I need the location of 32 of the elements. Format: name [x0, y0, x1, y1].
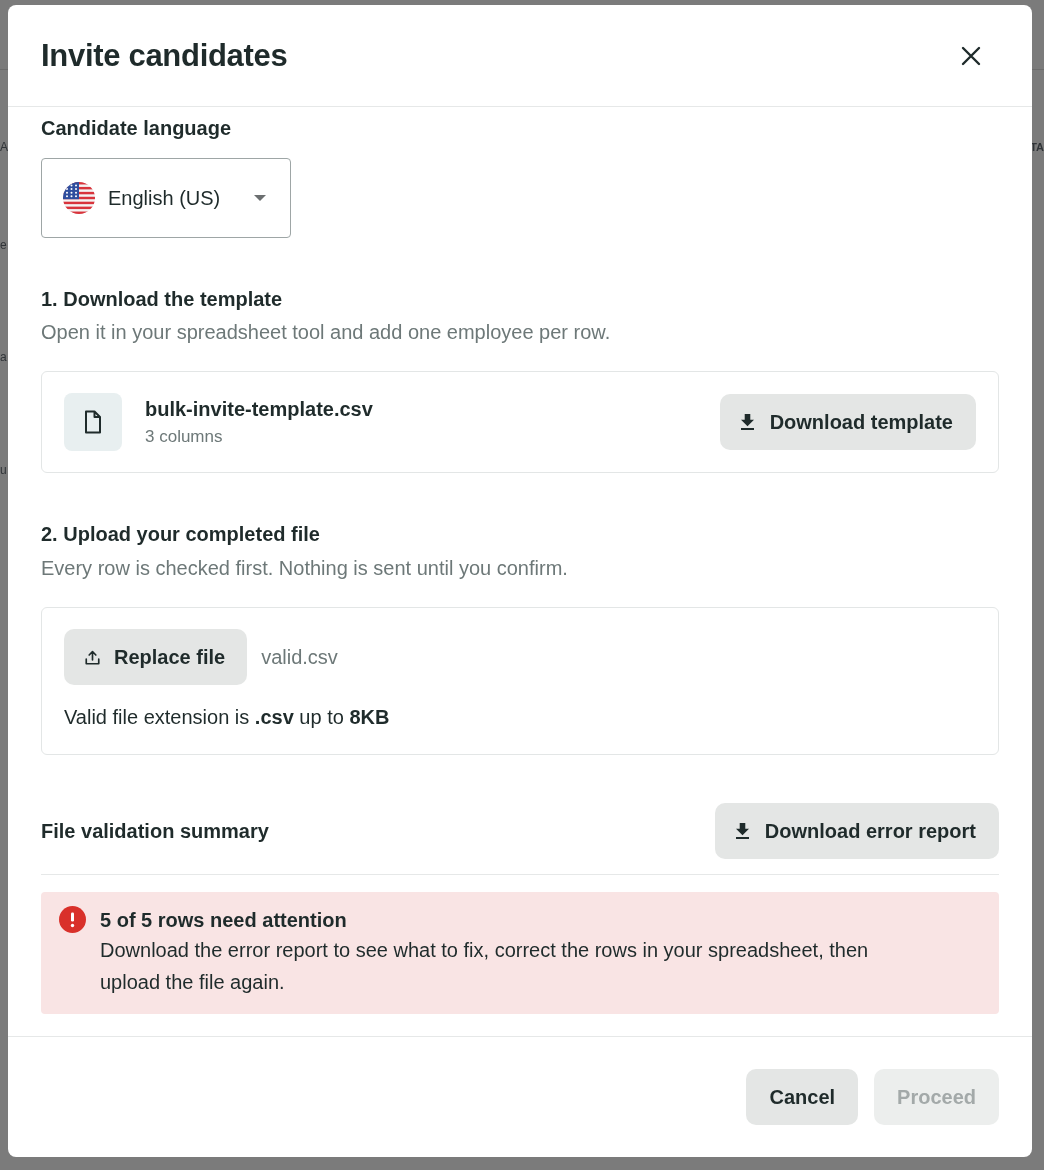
footer-button[interactable]: Cancel [746, 1069, 859, 1125]
section-title: 1. Download the template [41, 287, 284, 311]
background-text: a [0, 349, 7, 366]
caret-icon [254, 195, 266, 201]
dialog-title: Invite candidates [41, 37, 288, 74]
error-icon [59, 906, 86, 933]
download-template-button[interactable]: Download template [719, 394, 976, 450]
background-text: TA [1030, 140, 1044, 155]
upload-icon [85, 649, 100, 665]
file-meta: 3 columns [145, 427, 224, 447]
close-icon [961, 45, 981, 66]
file-icon [64, 393, 122, 451]
section-description: Every row is checked first. Nothing is sent until you confirm. [41, 556, 569, 580]
alert-title: 5 of 5 rows need attention [100, 908, 348, 932]
alert-message: Download the error report to see what to fix, correct the rows in your spreadsheet, then upload the file again. [100, 938, 870, 995]
file-name: bulk-invite-template.csv [145, 397, 373, 421]
replace-file-button[interactable]: Replace file [64, 629, 248, 685]
section-title: File validation summary [41, 819, 269, 843]
background-text: e [0, 237, 7, 254]
uploaded-file-name: valid.csv [261, 645, 338, 669]
file-hint: Valid file extension is .csv up to 8KB [64, 705, 391, 729]
section-description: Open it in your spreadsheet tool and add one employee per row. [41, 320, 612, 344]
download-report-button[interactable]: Download error report [714, 803, 999, 859]
flag-icon [63, 182, 95, 214]
background-text: u [0, 462, 7, 479]
download-icon [735, 823, 749, 839]
close-button[interactable] [961, 45, 981, 66]
download-icon [740, 414, 754, 430]
background-text: A [0, 139, 8, 156]
section-title: 2. Upload your completed file [41, 522, 321, 546]
language-select[interactable]: English (US) [41, 158, 291, 238]
field-label: Candidate language [41, 116, 233, 140]
